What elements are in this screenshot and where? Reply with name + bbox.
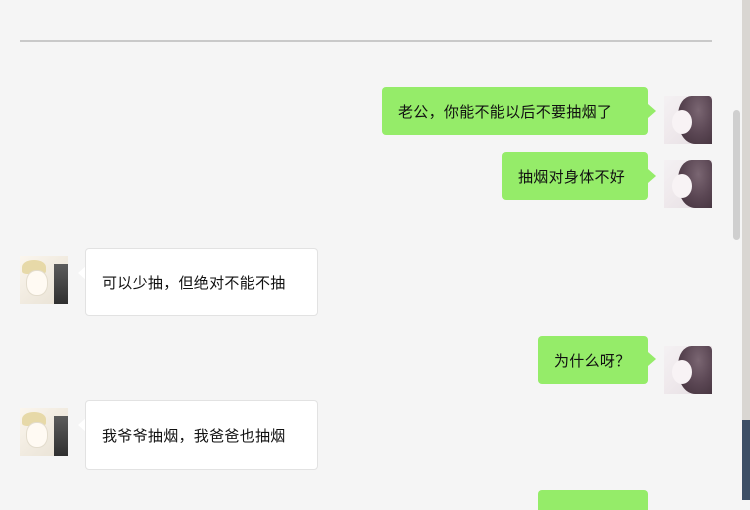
header-divider: [20, 40, 712, 42]
background-edge: [742, 0, 750, 500]
message-text: 老公，你能不能以后不要抽烟了: [398, 102, 613, 121]
husband-avatar-icon[interactable]: [20, 408, 68, 456]
message-bubble[interactable]: 抽烟对身体不好: [502, 152, 648, 200]
chat-header: [0, 0, 750, 40]
message-bubble[interactable]: 老公，你能不能以后不要抽烟了: [382, 87, 648, 135]
wife-avatar-icon[interactable]: [664, 346, 712, 394]
message-text: 抽烟对身体不好: [518, 167, 626, 186]
message-text: 可以少抽，但绝对不能不抽: [102, 273, 286, 292]
message-text: 为什么呀？: [554, 351, 631, 370]
message-bubble[interactable]: 为什么呀？: [538, 336, 648, 384]
scrollbar[interactable]: [733, 110, 740, 240]
wife-avatar-icon[interactable]: [664, 160, 712, 208]
husband-avatar-icon[interactable]: [20, 256, 68, 304]
message-bubble[interactable]: 可以少抽，但绝对不能不抽: [85, 248, 318, 316]
message-text: 我爷爷抽烟，我爸爸也抽烟: [102, 426, 286, 445]
wife-avatar-icon[interactable]: [664, 96, 712, 144]
partial-message-bubble[interactable]: [538, 490, 648, 510]
message-bubble[interactable]: 我爷爷抽烟，我爸爸也抽烟: [85, 400, 318, 470]
